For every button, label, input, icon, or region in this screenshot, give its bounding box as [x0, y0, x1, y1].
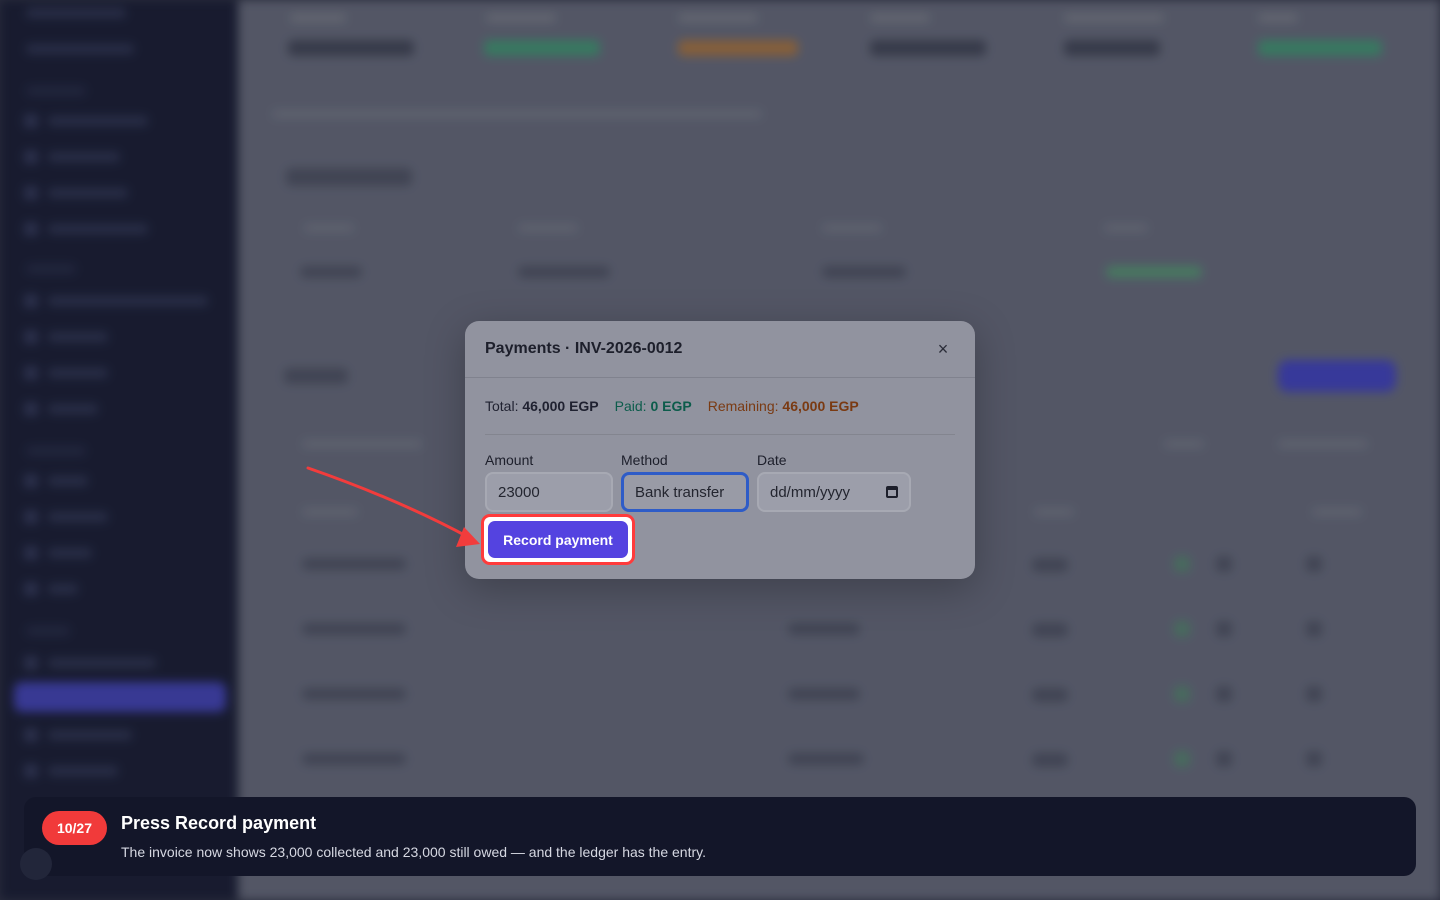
- amount-label: Amount: [485, 452, 534, 468]
- remaining-value: 46,000 EGP: [782, 398, 859, 414]
- summary-total: Total: 46,000 EGP: [485, 398, 599, 414]
- remaining-label: Remaining:: [707, 398, 779, 414]
- modal-title: Payments · INV-2026-0012: [485, 340, 683, 357]
- paid-label: Paid:: [614, 398, 647, 414]
- amount-field-group: Amount 23000: [485, 452, 613, 512]
- close-icon[interactable]: ×: [931, 337, 955, 361]
- method-label: Method: [621, 452, 668, 468]
- help-bubble-icon[interactable]: [20, 848, 52, 880]
- total-value: 46,000 EGP: [522, 398, 599, 414]
- date-input[interactable]: dd/mm/yyyy: [757, 472, 911, 512]
- date-label: Date: [757, 452, 787, 468]
- summary-paid: Paid: 0 EGP: [615, 398, 692, 414]
- method-select[interactable]: Bank transfer: [621, 472, 749, 512]
- date-field-group: Date dd/mm/yyyy: [757, 452, 911, 512]
- record-payment-button[interactable]: Record payment: [488, 521, 628, 558]
- method-field-group: Method Bank transfer: [621, 452, 749, 512]
- calendar-icon[interactable]: [886, 486, 898, 498]
- payment-form: Amount 23000 Method Bank transfer Date d…: [485, 452, 911, 512]
- modal-header: Payments · INV-2026-0012 ×: [465, 321, 975, 378]
- toast-title: Press Record payment: [121, 813, 317, 833]
- total-label: Total:: [485, 398, 519, 414]
- payment-summary: Total: 46,000 EGP Paid: 0 EGP Remaining:…: [485, 378, 955, 435]
- record-payment-highlight: Record payment: [481, 514, 635, 565]
- payments-modal: Payments · INV-2026-0012 × Total: 46,000…: [465, 321, 975, 579]
- summary-remaining: Remaining: 46,000 EGP: [708, 398, 859, 414]
- date-placeholder: dd/mm/yyyy: [770, 483, 851, 501]
- paid-value: 0 EGP: [650, 398, 692, 414]
- amount-input[interactable]: 23000: [485, 472, 613, 512]
- toast-description: The invoice now shows 23,000 collected a…: [121, 844, 706, 860]
- tutorial-toast: 10/27 Press Record payment The invoice n…: [24, 797, 1416, 876]
- step-badge: 10/27: [42, 811, 107, 845]
